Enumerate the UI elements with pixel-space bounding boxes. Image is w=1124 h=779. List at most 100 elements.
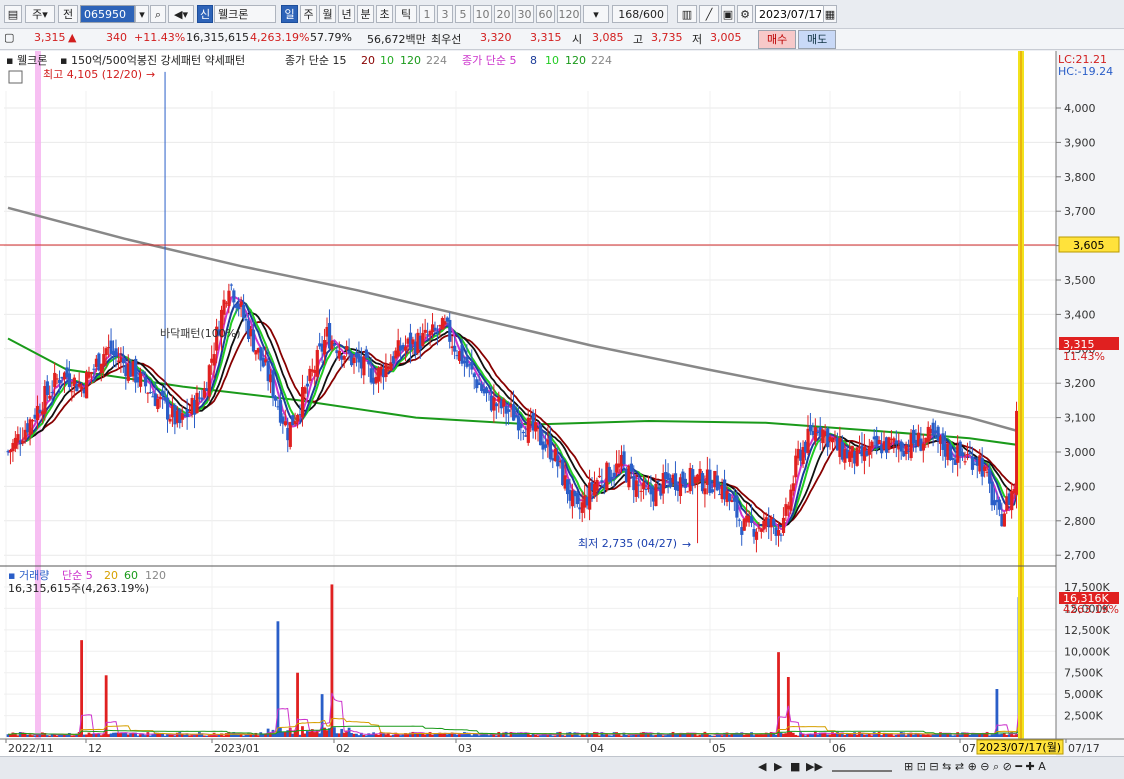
x-tick-label: 07/17 <box>1068 742 1100 755</box>
window-menu-icon[interactable]: ▤ <box>4 5 22 23</box>
candle-up <box>48 395 52 399</box>
volume-bar <box>487 735 491 737</box>
table-toggle-icon[interactable] <box>8 70 23 84</box>
legend-pattern[interactable]: ▪ 150억/500억봉진 강세패턴 약세패턴 <box>60 53 245 67</box>
x-tick-label: 2023/01 <box>214 742 260 755</box>
tool-icons[interactable]: ⊞ ⊡ ⊟ ⇆ ⇄ ⊕ ⊖ ⌕ ⊘ ━ ✚ A <box>904 760 1046 774</box>
vol-last-pct: 4263.19% <box>1063 603 1119 616</box>
stock-code-input[interactable] <box>80 5 135 23</box>
code-dropdown-icon[interactable]: ▾ <box>135 5 149 23</box>
volume-bar <box>347 727 351 737</box>
volume-bar <box>865 734 869 737</box>
legend-stock-name[interactable]: ▪ 웰크론 <box>6 54 47 67</box>
candle-up <box>207 365 211 397</box>
zoom-slider[interactable] <box>832 760 892 772</box>
tab-month[interactable]: 월 <box>319 5 336 23</box>
pattern-annotation: 바닥패턴(100%) <box>160 327 241 340</box>
candle-type-icon[interactable]: ▥ <box>677 5 697 23</box>
legend-ma2-label[interactable]: 종가 단순 5 <box>462 54 516 67</box>
line-tool-icon[interactable]: ╱ <box>699 5 719 23</box>
minute-1[interactable]: 1 <box>419 5 435 23</box>
candle-up <box>759 529 764 532</box>
vol-legend-title[interactable]: ▪ 거래량 <box>8 569 49 582</box>
period-select[interactable]: 주▾ <box>25 5 55 23</box>
minute-120[interactable]: 120 <box>557 5 581 23</box>
minute-5[interactable]: 5 <box>455 5 471 23</box>
save-icon[interactable]: ▣ <box>721 5 735 23</box>
volume-bar <box>809 734 812 737</box>
play-icon[interactable]: ▶▶ <box>806 760 823 773</box>
chart-area[interactable]: 4,0003,9003,8003,7003,6003,5003,4003,300… <box>0 51 1124 756</box>
candle-up <box>1015 410 1019 495</box>
candle-down <box>737 519 741 521</box>
low-price: 3,005 <box>710 31 742 44</box>
candle-down <box>548 436 553 460</box>
count-field[interactable]: 168/600 <box>612 5 668 23</box>
volume-bar <box>158 733 162 737</box>
candle-up <box>55 378 59 380</box>
candle-down <box>347 350 351 354</box>
minute-30[interactable]: 30 <box>515 5 534 23</box>
volume-bar <box>163 735 167 737</box>
scroll-right-icon[interactable]: ▶ <box>774 760 782 773</box>
candle-down <box>148 392 153 394</box>
volume-bar <box>784 733 788 737</box>
candle-down <box>710 489 714 493</box>
buy-button[interactable]: 매수 <box>758 30 797 49</box>
scroll-left-icon[interactable]: ◀ <box>758 760 766 773</box>
volume-bar <box>796 735 800 737</box>
vol-legend-ma[interactable]: 단순 5 <box>62 569 93 582</box>
volume-bar <box>855 734 859 737</box>
volume-bar <box>1012 735 1016 737</box>
date-input[interactable] <box>755 5 825 23</box>
settings-gear-icon[interactable]: ⚙ <box>737 5 753 23</box>
volume-bar <box>885 733 888 737</box>
volume-bar <box>426 733 430 737</box>
sell-button[interactable]: 매도 <box>798 30 837 49</box>
candle-up <box>502 399 506 407</box>
candle-down <box>121 358 126 364</box>
volume-bar <box>399 735 403 737</box>
quote-bar: ▢ 3,315 ▲ 340 +11.43% 16,315,615 4,263.1… <box>0 29 1124 50</box>
volume-bar <box>816 734 820 737</box>
minute-60[interactable]: 60 <box>536 5 555 23</box>
stock-name-field[interactable]: 웰크론 <box>214 5 276 23</box>
minute-20[interactable]: 20 <box>494 5 513 23</box>
volume-bar <box>605 734 609 737</box>
calendar-icon[interactable]: ▦ <box>823 5 837 23</box>
legend-ma1-label[interactable]: 종가 단순 15 <box>285 54 346 67</box>
candle-down <box>58 379 62 384</box>
minute-custom-select[interactable]: ▾ <box>583 5 609 23</box>
volume-bar <box>504 731 508 737</box>
candle-down <box>543 444 548 448</box>
x-tick-label: 07 <box>962 742 976 755</box>
volume-bar <box>357 735 361 737</box>
minute-10[interactable]: 10 <box>473 5 492 23</box>
candle-up <box>639 490 643 492</box>
tab-day[interactable]: 일 <box>281 5 298 23</box>
tab-year[interactable]: 년 <box>338 5 355 23</box>
volume-bar <box>342 732 346 737</box>
stop-icon[interactable]: ■ <box>790 760 800 773</box>
volume-bar <box>237 734 241 737</box>
current-price: 3,315 <box>34 31 66 44</box>
search-icon[interactable]: ⌕ <box>150 5 166 23</box>
sound-icon[interactable]: ◀▾ <box>168 5 194 23</box>
vol-legend-p1: 20 <box>104 569 118 582</box>
volume-bar <box>48 735 52 737</box>
jeon-button[interactable]: 전 <box>58 5 78 23</box>
checkbox-icon[interactable]: ▢ <box>4 31 14 44</box>
tab-minute[interactable]: 분 <box>357 5 374 23</box>
candle-down <box>735 495 739 518</box>
tab-second[interactable]: 초 <box>376 5 393 23</box>
volume-bar <box>610 735 614 737</box>
candle-up <box>654 483 658 507</box>
candle-down <box>683 478 687 488</box>
y-tick-label: 4,000 <box>1064 102 1096 115</box>
x-tick-label: 12 <box>88 742 102 755</box>
tab-tick[interactable]: 틱 <box>395 5 417 23</box>
volume-bar <box>173 735 177 737</box>
volume-bar <box>291 733 295 737</box>
minute-3[interactable]: 3 <box>437 5 453 23</box>
tab-week[interactable]: 주 <box>300 5 317 23</box>
